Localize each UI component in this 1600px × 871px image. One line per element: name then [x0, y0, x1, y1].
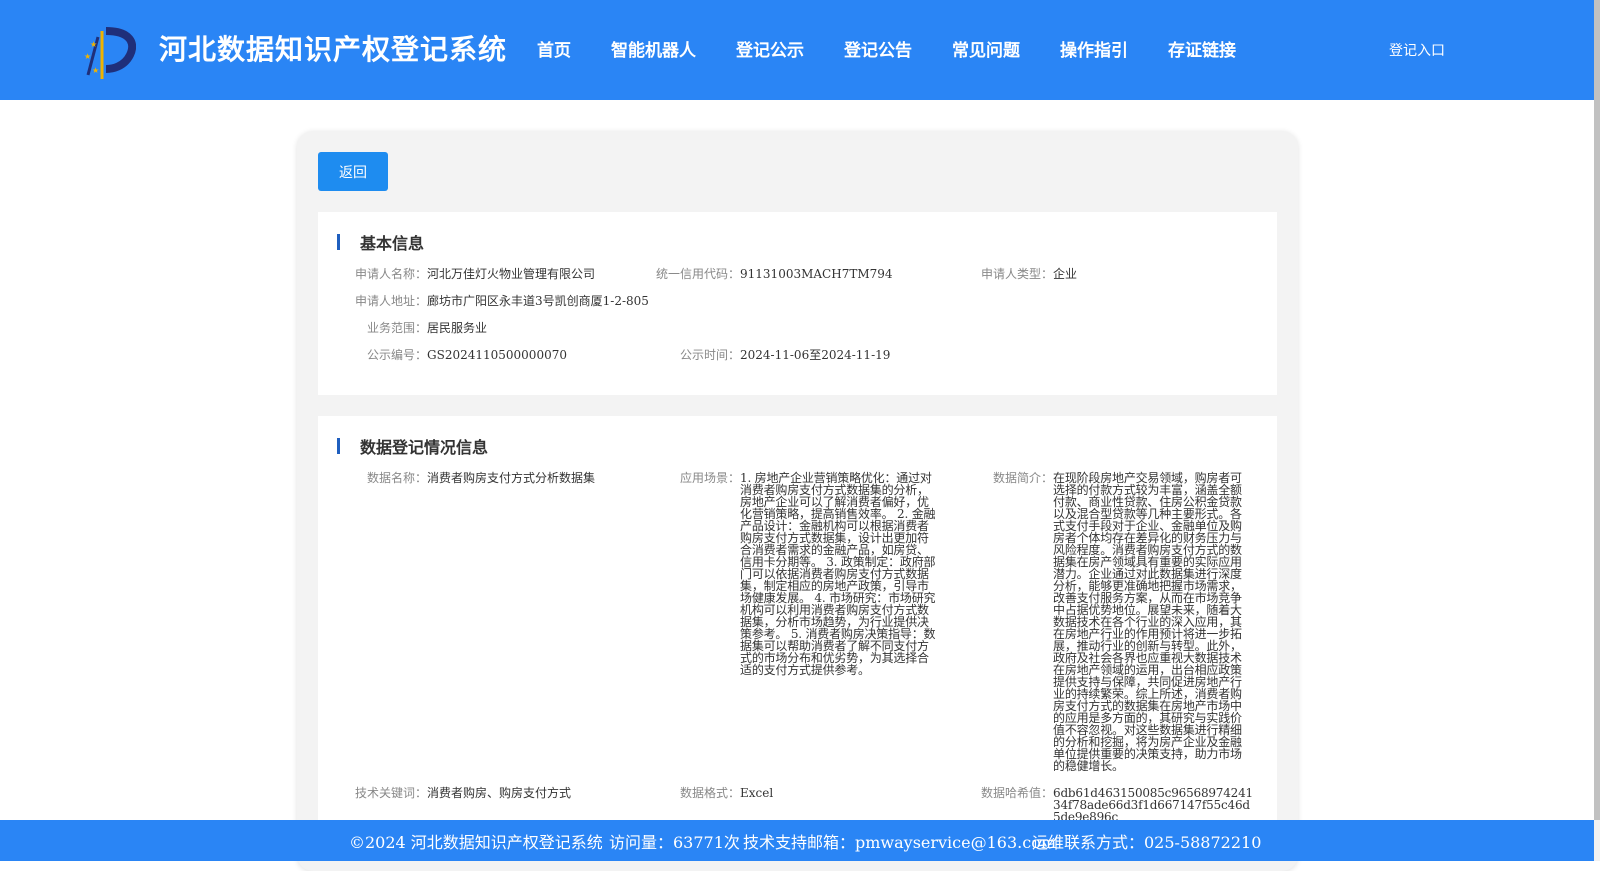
- basic-info-title: 基本信息: [337, 230, 424, 254]
- footer-phone: 运维联系方式：025-58872210: [1032, 832, 1262, 852]
- login-link[interactable]: 登记入口: [1389, 40, 1445, 60]
- field-label: 公示编号：: [367, 348, 428, 362]
- field-value: 2024-11-06至2024-11-19: [740, 348, 891, 362]
- svg-text:★: ★: [84, 52, 91, 61]
- field-value: 河北万佳灯火物业管理有限公司: [427, 267, 596, 281]
- scrollbar-thumb[interactable]: [1594, 0, 1600, 820]
- nav-home[interactable]: 首页: [537, 36, 571, 61]
- nav-faq[interactable]: 常见问题: [952, 36, 1020, 61]
- address-field: 申请人地址： 廊坊市广阳区永丰道3号凯创商厦1-2-805: [355, 295, 649, 307]
- field-value: 廊坊市广阳区永丰道3号凯创商厦1-2-805: [427, 294, 649, 308]
- registration-info-card: 数据登记情况信息 数据名称： 消费者购房支付方式分析数据集 应用场景： 1. 房…: [318, 416, 1277, 856]
- section-bar: [337, 234, 340, 250]
- field-value: GS2024110500000070: [427, 348, 567, 362]
- nav-guide[interactable]: 操作指引: [1060, 36, 1128, 61]
- credit-code-field: 统一信用代码： 91131003MACH7TM794: [656, 268, 893, 280]
- field-label: 统一信用代码：: [656, 267, 741, 281]
- field-value: 91131003MACH7TM794: [740, 267, 893, 281]
- field-value: 企业: [1053, 267, 1078, 281]
- hash-field: 数据哈希值： 6db61d463150085c9656897424134f78a…: [981, 787, 1253, 823]
- field-label: 数据格式：: [680, 786, 741, 800]
- field-value: 居民服务业: [427, 321, 488, 335]
- footer-copyright: ©2024 河北数据知识产权登记系统: [349, 832, 603, 852]
- scenario-field: 应用场景： 1. 房地产企业营销策略优化：通过对消费者购房支付方式数据集的分析，…: [680, 472, 936, 676]
- field-value: Excel: [740, 786, 774, 800]
- main-nav: 首页 智能机器人 登记公示 登记公告 常见问题 操作指引 存证链接: [537, 36, 1276, 61]
- field-label: 申请人类型：: [981, 267, 1054, 281]
- field-label: 应用场景：: [680, 471, 741, 485]
- logo-icon: ★ ★ ★: [84, 27, 136, 79]
- registration-info-title: 数据登记情况信息: [337, 434, 488, 458]
- format-field: 数据格式： Excel: [680, 787, 773, 799]
- footer-visits: 访问量：63771次: [609, 832, 740, 852]
- scope-field: 业务范围： 居民服务业: [367, 322, 487, 334]
- svg-text:★: ★: [90, 40, 97, 49]
- field-label: 技术关键词：: [355, 786, 428, 800]
- field-label: 业务范围：: [367, 321, 428, 335]
- section-title-text: 数据登记情况信息: [360, 438, 489, 457]
- site-title: 河北数据知识产权登记系统: [159, 33, 508, 66]
- field-value: 消费者购房支付方式分析数据集: [427, 471, 596, 485]
- field-value: 消费者购房、购房支付方式: [427, 786, 572, 800]
- section-bar: [337, 438, 340, 454]
- back-button[interactable]: 返回: [318, 152, 388, 191]
- top-header: ★ ★ ★ 河北数据知识产权登记系统 首页 智能机器人 登记公示 登记公告 常见…: [0, 0, 1594, 100]
- section-title-text: 基本信息: [360, 234, 425, 253]
- field-label: 公示时间：: [680, 348, 741, 362]
- field-value: 6db61d463150085c9656897424134f78ade66d3f…: [1053, 786, 1253, 824]
- field-label: 申请人名称：: [355, 267, 428, 281]
- intro-field: 数据简介： 在现阶段房地产交易领域，购房者可选择的付款方式较为丰富，涵盖全额付款…: [993, 472, 1247, 772]
- svg-text:★: ★: [92, 66, 99, 75]
- nav-evidence-link[interactable]: 存证链接: [1168, 36, 1236, 61]
- field-value: 1. 房地产企业营销策略优化：通过对消费者购房支付方式数据集的分析，房地产企业可…: [740, 471, 936, 677]
- applicant-type-field: 申请人类型： 企业: [981, 268, 1077, 280]
- applicant-name-field: 申请人名称： 河北万佳灯火物业管理有限公司: [355, 268, 595, 280]
- field-value: 在现阶段房地产交易领域，购房者可选择的付款方式较为丰富，涵盖全额付款、商业性贷款…: [1053, 471, 1242, 773]
- footer-email[interactable]: 技术支持邮箱：pmwayservice@163.com: [743, 829, 1056, 853]
- data-name-field: 数据名称： 消费者购房支付方式分析数据集: [367, 472, 595, 484]
- nav-public-notice[interactable]: 登记公示: [736, 36, 804, 61]
- footer: ©2024 河北数据知识产权登记系统 访问量：63771次 技术支持邮箱：pmw…: [0, 820, 1594, 861]
- basic-info-card: 基本信息 申请人名称： 河北万佳灯火物业管理有限公司 统一信用代码： 91131…: [318, 212, 1277, 395]
- nav-robot[interactable]: 智能机器人: [611, 36, 696, 61]
- keywords-field: 技术关键词： 消费者购房、购房支付方式: [355, 787, 571, 799]
- notice-no-field: 公示编号： GS2024110500000070: [367, 349, 567, 361]
- field-label: 数据名称：: [367, 471, 428, 485]
- field-label: 数据哈希值：: [981, 786, 1054, 800]
- nav-announcement[interactable]: 登记公告: [844, 36, 912, 61]
- field-label: 数据简介：: [993, 471, 1054, 485]
- field-label: 申请人地址：: [355, 294, 428, 308]
- notice-time-field: 公示时间： 2024-11-06至2024-11-19: [680, 349, 890, 361]
